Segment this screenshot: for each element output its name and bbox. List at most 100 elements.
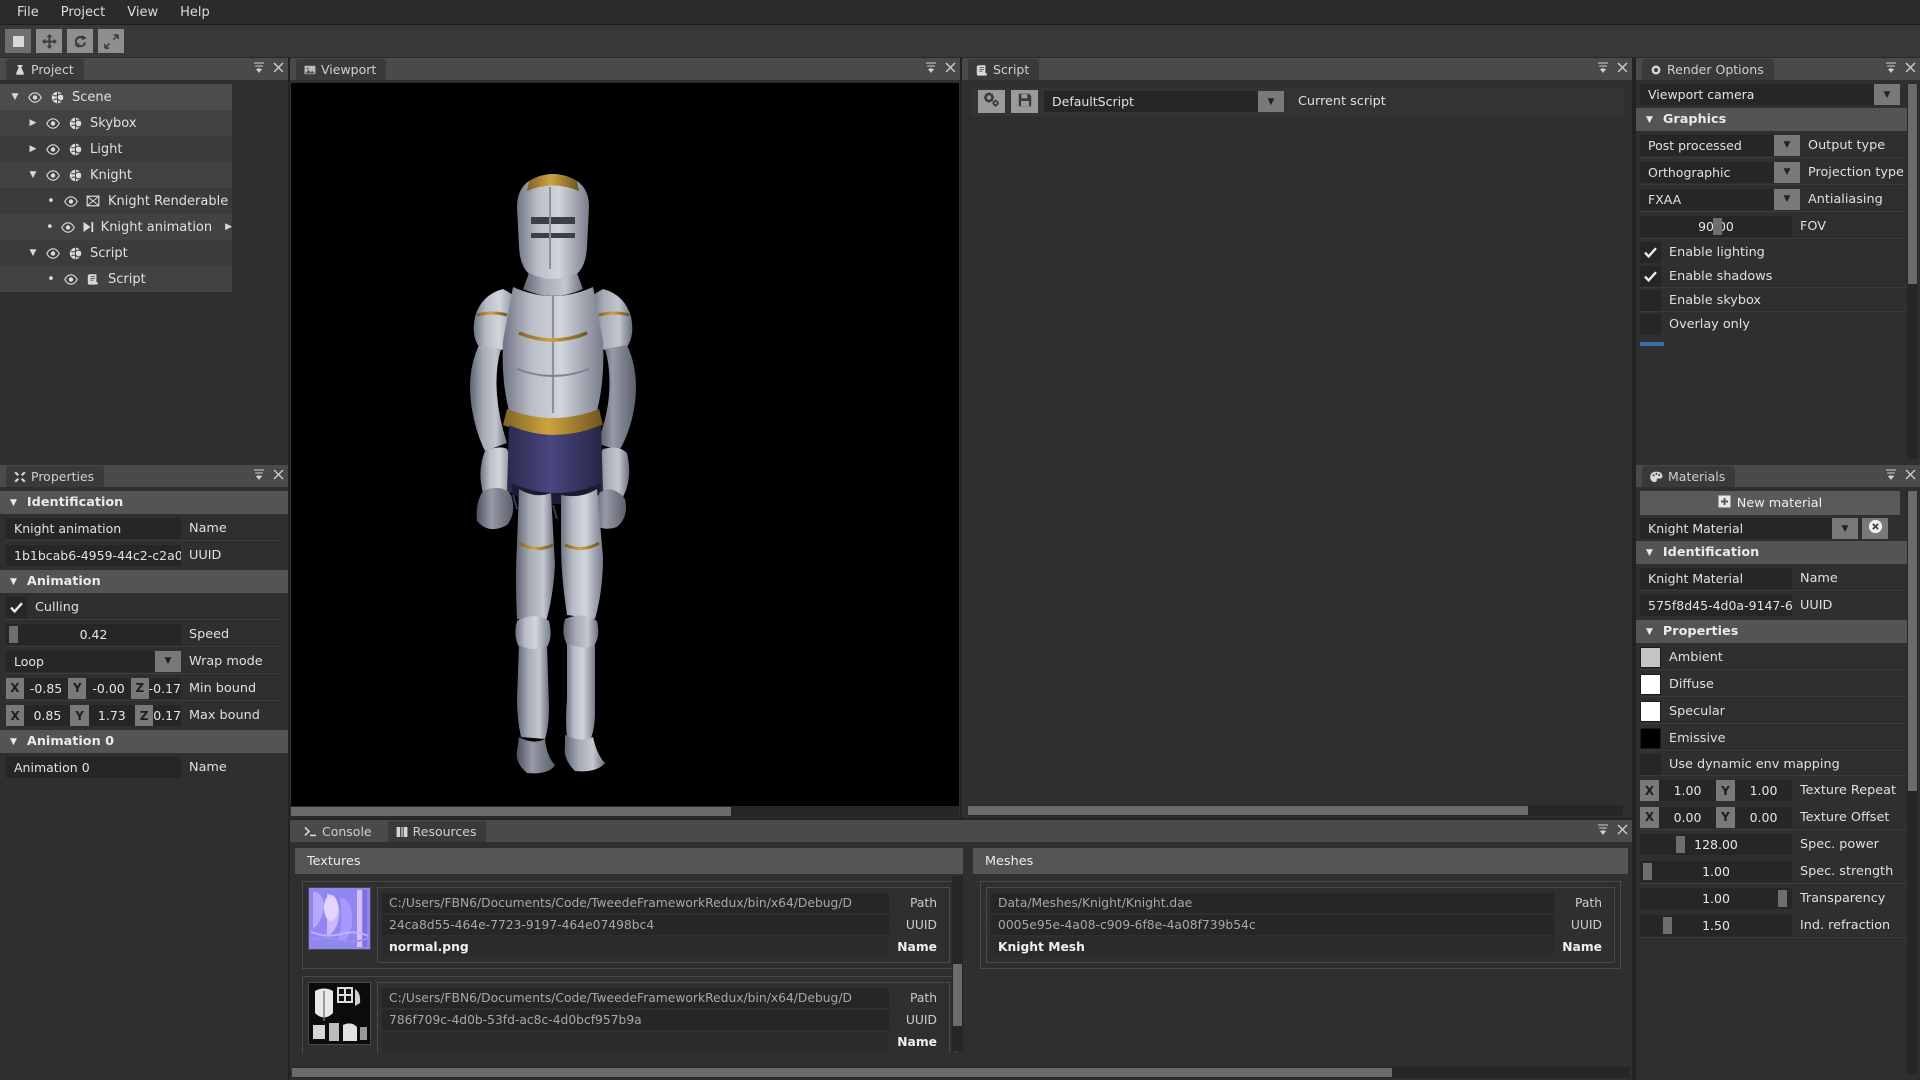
- chevron-down-icon[interactable]: ▼: [10, 92, 20, 102]
- delete-material-button[interactable]: [1862, 518, 1888, 539]
- material-dropdown[interactable]: Knight Material ▼: [1640, 518, 1858, 539]
- texture-repeat-y-input[interactable]: 1.00: [1735, 780, 1792, 801]
- viewport-hscrollbar[interactable]: [291, 806, 959, 817]
- object-name-input[interactable]: Knight animation: [6, 518, 181, 539]
- mesh-name-value[interactable]: Knight Mesh: [991, 937, 1554, 957]
- enable-skybox-checkbox[interactable]: [1640, 290, 1661, 311]
- wrap-mode-dropdown[interactable]: Loop ▼: [6, 651, 181, 672]
- scene-tree-item[interactable]: ▼Script: [0, 240, 232, 266]
- section-animation-0[interactable]: ▼ Animation 0: [0, 730, 288, 753]
- chevron-down-icon[interactable]: ▼: [28, 170, 38, 180]
- chevron-down-icon[interactable]: ▼: [1874, 84, 1900, 105]
- spec-power-slider[interactable]: 128.00: [1640, 834, 1792, 855]
- scene-tree-item[interactable]: •Script: [0, 266, 232, 292]
- close-icon[interactable]: [273, 469, 284, 483]
- section-material-identification[interactable]: ▼ Identification: [1636, 541, 1918, 564]
- animation0-name-input[interactable]: Animation 0: [6, 757, 181, 778]
- spec-strength-slider[interactable]: 1.00: [1640, 861, 1792, 882]
- scene-tree-item[interactable]: ▼Scene: [0, 84, 232, 110]
- speed-slider[interactable]: 0.42: [6, 624, 181, 645]
- camera-dropdown[interactable]: Viewport camera ▼: [1640, 84, 1900, 105]
- eye-icon[interactable]: [63, 274, 78, 285]
- panel-menu-icon[interactable]: [925, 61, 937, 76]
- current-script-dropdown[interactable]: DefaultScript ▼: [1044, 91, 1284, 112]
- min-bound-x-input[interactable]: -0.85: [24, 678, 69, 699]
- texture-uuid-value[interactable]: 786f709c-4d0b-53fd-ac8c-4d0bcf957b9a: [382, 1010, 889, 1030]
- texture-resource-card[interactable]: C:/Users/FBN6/Documents/Code/TweedeFrame…: [302, 976, 956, 1053]
- texture-name-value[interactable]: normal.png: [382, 937, 889, 957]
- menu-file[interactable]: File: [6, 2, 50, 23]
- material-name-input[interactable]: Knight Material: [1640, 568, 1792, 589]
- textures-vscrollbar[interactable]: [952, 876, 963, 1051]
- scene-tree-item[interactable]: ▶Light: [0, 136, 232, 162]
- section-material-properties[interactable]: ▼ Properties: [1636, 620, 1918, 643]
- close-icon[interactable]: [1617, 62, 1628, 76]
- ind-refraction-slider[interactable]: 1.50: [1640, 915, 1792, 936]
- tab-project[interactable]: Project: [6, 59, 84, 80]
- enable-lighting-checkbox[interactable]: [1640, 242, 1661, 263]
- chevron-right-icon[interactable]: ▶: [28, 144, 38, 154]
- tab-script[interactable]: Script: [968, 59, 1039, 80]
- color-swatch[interactable]: [1640, 674, 1661, 695]
- scene-tree-item[interactable]: ▼Knight: [0, 162, 232, 188]
- materials-vscrollbar[interactable]: [1907, 491, 1918, 1074]
- texture-name-value[interactable]: [382, 1032, 889, 1052]
- max-bound-z-input[interactable]: 0.17: [153, 705, 181, 726]
- eye-icon[interactable]: [27, 92, 42, 103]
- scale-tool-button[interactable]: [98, 29, 124, 53]
- chevron-down-icon[interactable]: ▼: [1774, 162, 1800, 183]
- transparency-slider[interactable]: 1.00: [1640, 888, 1792, 909]
- chevron-right-icon[interactable]: ▶: [28, 118, 38, 128]
- panel-menu-icon[interactable]: [253, 61, 265, 76]
- panel-menu-icon[interactable]: [1885, 468, 1897, 483]
- tab-viewport[interactable]: Viewport: [296, 59, 386, 80]
- panel-menu-icon[interactable]: [1885, 61, 1897, 76]
- bottom-panel-hscrollbar[interactable]: [292, 1067, 1630, 1078]
- culling-checkbox[interactable]: [6, 597, 27, 618]
- tab-render-options[interactable]: Render Options: [1642, 59, 1774, 80]
- tab-console[interactable]: Console: [296, 821, 382, 842]
- texture-offset-x-input[interactable]: 0.00: [1659, 807, 1716, 828]
- menu-view[interactable]: View: [116, 2, 169, 23]
- move-tool-button[interactable]: [36, 29, 62, 53]
- close-icon[interactable]: [1617, 824, 1628, 838]
- eye-icon[interactable]: [45, 248, 60, 259]
- chevron-down-icon[interactable]: ▼: [1774, 189, 1800, 210]
- scene-tree-item[interactable]: •Knight Renderable: [0, 188, 232, 214]
- overlay-only-checkbox[interactable]: [1640, 314, 1661, 335]
- tab-resources[interactable]: Resources: [388, 821, 487, 842]
- code-editor-hscrollbar[interactable]: [968, 805, 1623, 816]
- chevron-down-icon[interactable]: ▼: [155, 651, 181, 672]
- color-swatch[interactable]: [1640, 728, 1661, 749]
- panel-menu-icon[interactable]: [253, 468, 265, 483]
- menu-help[interactable]: Help: [169, 2, 221, 23]
- section-graphics[interactable]: ▼ Graphics: [1636, 108, 1918, 131]
- eye-icon[interactable]: [45, 144, 60, 155]
- eye-icon[interactable]: [45, 118, 60, 129]
- texture-path-value[interactable]: C:/Users/FBN6/Documents/Code/TweedeFrame…: [382, 893, 889, 913]
- eye-icon[interactable]: [45, 170, 60, 181]
- eye-icon[interactable]: [61, 222, 75, 233]
- texture-offset-y-input[interactable]: 0.00: [1735, 807, 1792, 828]
- new-material-button[interactable]: New material: [1640, 491, 1900, 515]
- mesh-path-value[interactable]: Data/Meshes/Knight/Knight.dae: [991, 893, 1554, 913]
- panel-menu-icon[interactable]: [1597, 61, 1609, 76]
- texture-resource-card[interactable]: C:/Users/FBN6/Documents/Code/TweedeFrame…: [302, 881, 956, 969]
- texture-uuid-value[interactable]: 24ca8d55-464e-7723-9197-464e07498bc4: [382, 915, 889, 935]
- projection-type-dropdown[interactable]: Orthographic ▼: [1640, 162, 1800, 183]
- section-animation[interactable]: ▼ Animation: [0, 570, 288, 593]
- script-settings-button[interactable]: [978, 90, 1005, 113]
- color-swatch[interactable]: [1640, 647, 1661, 668]
- tab-materials[interactable]: Materials: [1642, 466, 1735, 487]
- section-identification[interactable]: ▼ Identification: [0, 491, 288, 514]
- min-bound-y-input[interactable]: -0.00: [86, 678, 131, 699]
- menu-project[interactable]: Project: [50, 2, 116, 23]
- panel-menu-icon[interactable]: [1597, 823, 1609, 838]
- chevron-down-icon[interactable]: ▼: [1258, 91, 1284, 112]
- scene-tree-item[interactable]: ▶Skybox: [0, 110, 232, 136]
- eye-icon[interactable]: [63, 196, 78, 207]
- output-type-dropdown[interactable]: Post processed ▼: [1640, 135, 1800, 156]
- mesh-uuid-value[interactable]: 0005e95e-4a08-c909-6f8e-4a08f739b54c: [991, 915, 1554, 935]
- select-tool-button[interactable]: [5, 29, 31, 53]
- tab-properties[interactable]: Properties: [6, 466, 104, 487]
